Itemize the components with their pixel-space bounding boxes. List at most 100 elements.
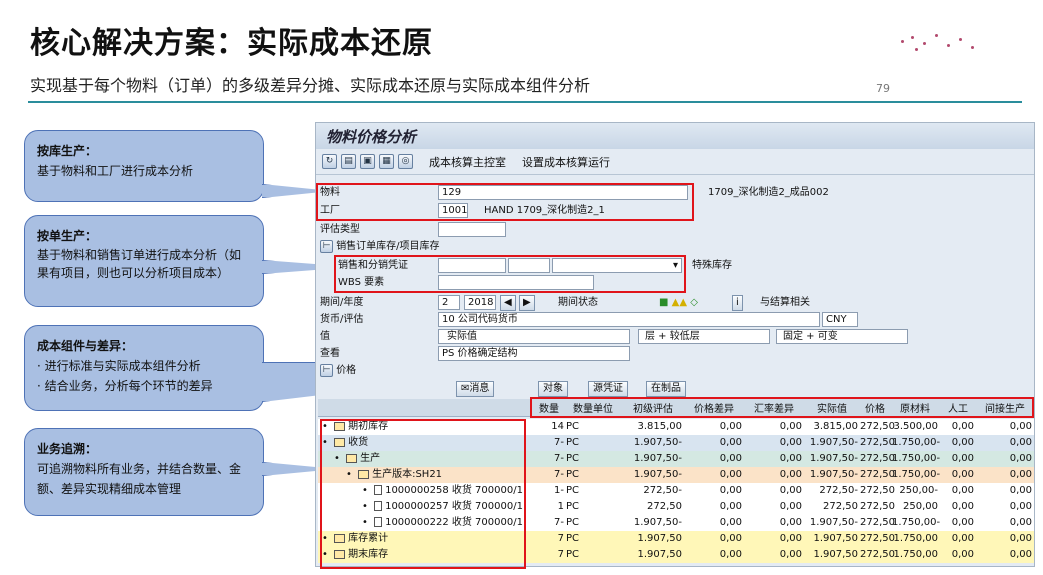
cell-overhead: 0,00 — [1009, 533, 1032, 544]
currency-code-input[interactable]: CNY — [822, 312, 858, 327]
cell-labor: 0,00 — [951, 549, 974, 560]
valuation-type-label: 评估类型 — [320, 224, 360, 235]
cell-raw: 250,00- — [899, 485, 938, 496]
price-toggle[interactable]: ⊢ 价格 — [320, 363, 356, 379]
cell-raw: 1.750,00- — [892, 453, 941, 464]
sales-order-stock-label: 销售订单库存/项目库存 — [336, 241, 440, 252]
cell-qty: 7 — [557, 549, 564, 560]
wip-button[interactable]: 在制品 — [646, 381, 686, 397]
cell-overhead: 0,00 — [1009, 517, 1032, 528]
layout-icon[interactable]: ▤ — [341, 154, 356, 169]
next-period-button[interactable]: ▶ — [519, 295, 535, 311]
sap-window: 物料价格分析 ↻ ▤ ▣ ▦ ◎ 成本核算主控室 设置成本核算运行 物料 129… — [315, 122, 1035, 569]
cell-pricevar: 0,00 — [719, 485, 742, 496]
cell-labor: 0,00 — [951, 453, 974, 464]
cell-fxvar: 0,00 — [779, 469, 802, 480]
previous-period-button[interactable]: ◀ — [500, 295, 516, 311]
sap-window-title: 物料价格分析 — [316, 123, 1034, 149]
cell-qty: 7- — [554, 469, 564, 480]
special-stock-label: 特殊库存 — [692, 260, 732, 271]
highlight-tree — [320, 419, 526, 569]
year-input[interactable]: 2018 — [464, 295, 496, 310]
cell-raw: 1.750,00- — [892, 469, 941, 480]
cell-fxvar: 0,00 — [779, 437, 802, 448]
highlight-columns — [530, 397, 1034, 418]
cell-actual: 1.907,50 — [813, 533, 858, 544]
refresh-icon[interactable]: ↻ — [322, 154, 337, 169]
cell-qty: 14 — [551, 421, 564, 432]
cell-primary: 272,50 — [647, 501, 682, 512]
slide-title: 核心解决方案：实际成本还原 — [30, 26, 433, 61]
cell-pricevar: 0,00 — [719, 549, 742, 560]
callout-cost-components: 成本组件与差异： · 进行标准与实际成本组件分析 · 结合业务，分析每个环节的差… — [24, 325, 264, 411]
callout-body: 基于物料和销售订单进行成本分析（如果有项目，则也可以分析项目成本） — [37, 248, 242, 280]
cell-overhead: 0,00 — [1009, 485, 1032, 496]
message-button[interactable]: ✉消息 — [456, 381, 495, 397]
cell-raw: 3.500,00 — [893, 421, 938, 432]
cell-primary: 1.907,50- — [633, 517, 682, 528]
cell-overhead: 0,00 — [1009, 501, 1032, 512]
company-logo — [893, 28, 1033, 64]
cell-fxvar: 0,00 — [779, 549, 802, 560]
material-description: 1709_深化制造2_成品002 — [708, 187, 829, 198]
cell-actual: 1.907,50- — [809, 469, 858, 480]
cell-pricevar: 0,00 — [719, 421, 742, 432]
cell-labor: 0,00 — [951, 437, 974, 448]
costing-cockpit-button[interactable]: 成本核算主控室 — [429, 154, 506, 170]
costing-settings-button[interactable]: 设置成本核算运行 — [522, 154, 610, 170]
source-document-button[interactable]: 源凭证 — [588, 381, 628, 397]
cell-labor: 0,00 — [951, 421, 974, 432]
cell-primary: 3.815,00 — [637, 421, 682, 432]
currency-dropdown[interactable]: 10 公司代码货币 — [438, 312, 820, 327]
search-icon[interactable]: ◎ — [398, 154, 413, 169]
view-dropdown[interactable]: PS 价格确定结构 — [438, 346, 630, 361]
cell-qty: 1 — [557, 501, 564, 512]
value-label: 值 — [320, 331, 330, 342]
callout-traceability: 业务追溯： 可追溯物料所有业务，并结合数量、金额、差异实现精细成本管理 — [24, 428, 264, 516]
cell-fxvar: 0,00 — [779, 533, 802, 544]
cell-qty: 7- — [554, 453, 564, 464]
period-input[interactable]: 2 — [438, 295, 460, 310]
callout-pointer — [262, 184, 318, 198]
expand-icon[interactable]: ⊢ — [320, 239, 333, 253]
slide: 核心解决方案：实际成本还原 实现基于每个物料（订单）的多级差异分摊、实际成本还原… — [0, 0, 1043, 575]
period-status-icons: ■ ▲▲ ◇ — [659, 297, 698, 308]
cell-price: 272,50 — [860, 549, 895, 560]
cell-price: 272,50 — [860, 517, 895, 528]
settlement-label: 与结算相关 — [760, 297, 810, 308]
valuation-type-input[interactable] — [438, 222, 506, 237]
expand-icon[interactable]: ⊢ — [320, 363, 333, 377]
cell-price: 272,50 — [860, 501, 895, 512]
sales-order-stock-toggle[interactable]: ⊢ 销售订单库存/项目库存 — [320, 239, 440, 255]
cell-qty: 7 — [557, 533, 564, 544]
cell-primary: 1.907,50 — [637, 549, 682, 560]
cell-raw: 1.750,00- — [892, 517, 941, 528]
cell-unit: PC — [566, 421, 580, 432]
object-button[interactable]: 对象 — [538, 381, 568, 397]
callout-heading: 成本组件与差异： — [37, 339, 134, 353]
period-label: 期间/年度 — [320, 297, 364, 308]
callout-make-to-stock: 按库生产： 基于物料和工厂进行成本分析 — [24, 130, 264, 202]
title-divider — [28, 101, 1022, 103]
slide-subtitle: 实现基于每个物料（订单）的多级差异分摊、实际成本还原与实际成本组件分析 — [30, 76, 591, 95]
cell-overhead: 0,00 — [1009, 437, 1032, 448]
layer-dropdown[interactable]: 层 + 较低层 — [638, 329, 770, 344]
value-dropdown[interactable]: 实际值 — [438, 329, 630, 344]
cell-overhead: 0,00 — [1009, 421, 1032, 432]
view-label: 查看 — [320, 348, 340, 359]
cell-qty: 7- — [554, 437, 564, 448]
cell-pricevar: 0,00 — [719, 501, 742, 512]
cell-labor: 0,00 — [951, 517, 974, 528]
display-icon[interactable]: ▣ — [360, 154, 375, 169]
cell-pricevar: 0,00 — [719, 469, 742, 480]
cell-pricevar: 0,00 — [719, 517, 742, 528]
callout-body: 基于物料和工厂进行成本分析 — [37, 164, 194, 178]
info-button[interactable]: i — [732, 295, 743, 311]
cell-unit: PC — [566, 485, 580, 496]
cell-fxvar: 0,00 — [779, 485, 802, 496]
period-status-label: 期间状态 — [558, 297, 598, 308]
cell-unit: PC — [566, 517, 580, 528]
grid-icon[interactable]: ▦ — [379, 154, 394, 169]
fixed-variable-dropdown[interactable]: 固定 + 可变 — [776, 329, 908, 344]
cell-actual: 272,50- — [819, 485, 858, 496]
